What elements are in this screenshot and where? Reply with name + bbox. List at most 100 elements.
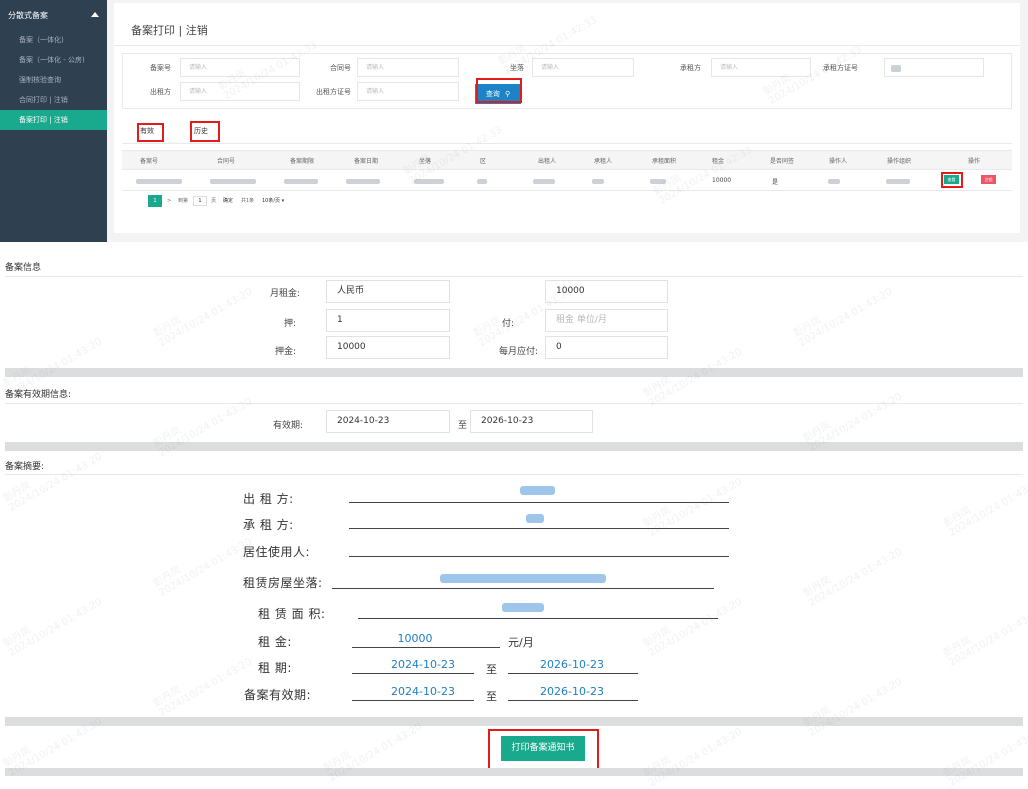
watermark: 彭丹凤2024/10/24 01:43:20 (151, 286, 255, 349)
lessor-id-label: 出租方证号 (316, 88, 351, 96)
table-row: 10000 是 (122, 171, 1012, 191)
summary-lessee-label: 承 租 方: (243, 518, 294, 532)
blurred-address (440, 574, 606, 583)
page-unit: 页 (211, 198, 217, 204)
sidebar-header-label: 分散式备案 (8, 11, 48, 20)
deposit-label: 押金: (274, 347, 296, 357)
page-size-select[interactable]: 10条/页 ▾ (262, 195, 284, 207)
validity-start-field[interactable]: 2024-10-23 (326, 410, 450, 433)
highlight-print (488, 729, 599, 771)
col-lessor: 出租人 (538, 158, 557, 165)
monthly-due-label: 每月应付: (498, 347, 538, 357)
col-contract-no: 合同号 (217, 158, 236, 165)
table-header: 备案号 合同号 备案期限 备案日期 坐落 区 出租人 承租人 承租面积 租金 是… (122, 150, 1012, 170)
chevron-down-icon: ▾ (281, 198, 285, 204)
pay-label: 付: (501, 319, 514, 329)
blurred-cell (477, 179, 487, 184)
summary-validity-label: 备案有效期: (244, 688, 312, 702)
cancel-record-button[interactable]: 注销 (981, 175, 996, 184)
watermark: 彭丹凤2024/10/24 01:43:20 (1, 596, 105, 659)
page-title: 备案打印 | 注销 (131, 24, 208, 37)
monthly-rent-field[interactable]: 10000 (545, 280, 668, 303)
section-band (5, 717, 1023, 726)
section-divider (5, 403, 1023, 404)
lessee-input[interactable]: 请输入 (711, 58, 811, 77)
summary-validity-to: 至 (486, 690, 497, 703)
underline (352, 647, 500, 648)
lessor-id-input[interactable]: 请输入 (357, 82, 459, 101)
sidebar-header[interactable]: 分散式备案 (0, 0, 107, 30)
blurred-cell (650, 179, 666, 184)
col-operator: 操作人 (829, 158, 848, 165)
underline (352, 673, 474, 674)
sidebar-item-record-integrated[interactable]: 备案（一体化) (0, 30, 107, 50)
lessor-input[interactable]: 请输入 (180, 82, 300, 101)
lessee-label: 承租方 (680, 64, 701, 72)
sidebar: 分散式备案 备案（一体化) 备案（一体化 - 公房) 强制核验查询 合同打印 |… (0, 0, 107, 242)
blurred-cell (533, 179, 555, 184)
watermark: 彭丹凤2024/10/24 01:43:20 (151, 536, 255, 599)
blurred-cell (886, 179, 910, 184)
col-record-date: 备案日期 (354, 158, 379, 165)
summary-lessor-label: 出 租 方: (243, 492, 294, 506)
underline (352, 700, 474, 701)
blurred-cell (136, 179, 182, 184)
blurred-value (891, 65, 901, 72)
monthly-due-field[interactable]: 0 (545, 336, 668, 359)
blurred-lessee (526, 514, 544, 523)
watermark: 彭丹凤2024/10/24 01:43:20 (1, 451, 105, 514)
sidebar-item-contract-print[interactable]: 合同打印 | 注销 (0, 90, 107, 110)
sidebar-item-forced-verification[interactable]: 强制核验查询 (0, 70, 107, 90)
deposit-months-field[interactable]: 1 (326, 309, 450, 332)
highlight-query (476, 78, 522, 103)
underline (358, 618, 718, 619)
cell-rent: 10000 (712, 177, 732, 184)
lessee-id-input[interactable] (884, 58, 984, 77)
highlight-view (941, 172, 963, 188)
blurred-lessor (520, 486, 555, 495)
watermark: 彭丹凤2024/10/24 01:43:20 (942, 726, 1028, 789)
next-page-icon[interactable]: > (167, 195, 171, 207)
contract-no-input[interactable]: 请输入 (357, 58, 459, 77)
app-screen: 分散式备案 备案（一体化) 备案（一体化 - 公房) 强制核验查询 合同打印 |… (0, 0, 1028, 242)
lessor-label: 出租方 (150, 88, 171, 96)
currency-field[interactable]: 人民币 (326, 280, 450, 303)
summary-address-label: 租赁房屋坐落: (243, 576, 323, 590)
col-area: 承租面积 (652, 158, 677, 165)
monthly-rent-label: 月租金: (269, 289, 300, 299)
section-title-validity: 备案有效期信息: (5, 390, 72, 400)
summary-term-end: 2026-10-23 (540, 658, 604, 671)
underline (349, 556, 729, 557)
page-number-input[interactable]: 1 (193, 196, 207, 206)
watermark: 彭丹凤2024/10/24 01:43:20 (802, 676, 905, 739)
validity-end-field[interactable]: 2026-10-23 (470, 410, 593, 433)
pay-months-field[interactable]: 租金 单位/月 (545, 309, 668, 332)
col-location: 坐落 (419, 158, 432, 165)
section-band (5, 768, 1023, 776)
section-band (5, 368, 1023, 377)
col-lessee: 承租人 (594, 158, 613, 165)
lessee-id-label: 承租方证号 (823, 64, 858, 72)
col-record-no: 备案号 (140, 158, 159, 165)
sidebar-item-record-print[interactable]: 备案打印 | 注销 (0, 110, 107, 130)
summary-rent-unit: 元/月 (508, 636, 534, 649)
location-label: 坐落 (510, 64, 524, 72)
col-actions: 操作 (968, 158, 981, 165)
record-detail: 备案信息 月租金: 人民币 10000 押: 1 付: 租金 单位/月 押金: … (0, 252, 1028, 789)
col-record-term: 备案期限 (290, 158, 315, 165)
contract-no-label: 合同号 (330, 64, 351, 72)
watermark: 彭丹凤2024/10/24 01:43:20 (941, 606, 1028, 669)
title-divider (114, 45, 1020, 46)
col-co-sign: 是否同签 (770, 158, 795, 165)
goto-confirm-button[interactable]: 确定 (223, 195, 233, 207)
watermark: 彭丹凤2024/10/24 01:43:20 (151, 656, 255, 719)
page-current[interactable]: 1 (148, 195, 162, 207)
sidebar-item-record-public-housing[interactable]: 备案（一体化 - 公房) (0, 50, 107, 70)
validity-label: 有效期: (272, 421, 303, 431)
location-input[interactable]: 请输入 (532, 58, 634, 77)
watermark: 彭丹凤2024/10/24 01:43:20 (801, 546, 905, 609)
record-no-input[interactable]: 请输入 (180, 58, 300, 77)
goto-label: 到第 (178, 198, 189, 204)
collapse-caret-icon[interactable] (91, 12, 99, 17)
deposit-field[interactable]: 10000 (326, 336, 450, 359)
